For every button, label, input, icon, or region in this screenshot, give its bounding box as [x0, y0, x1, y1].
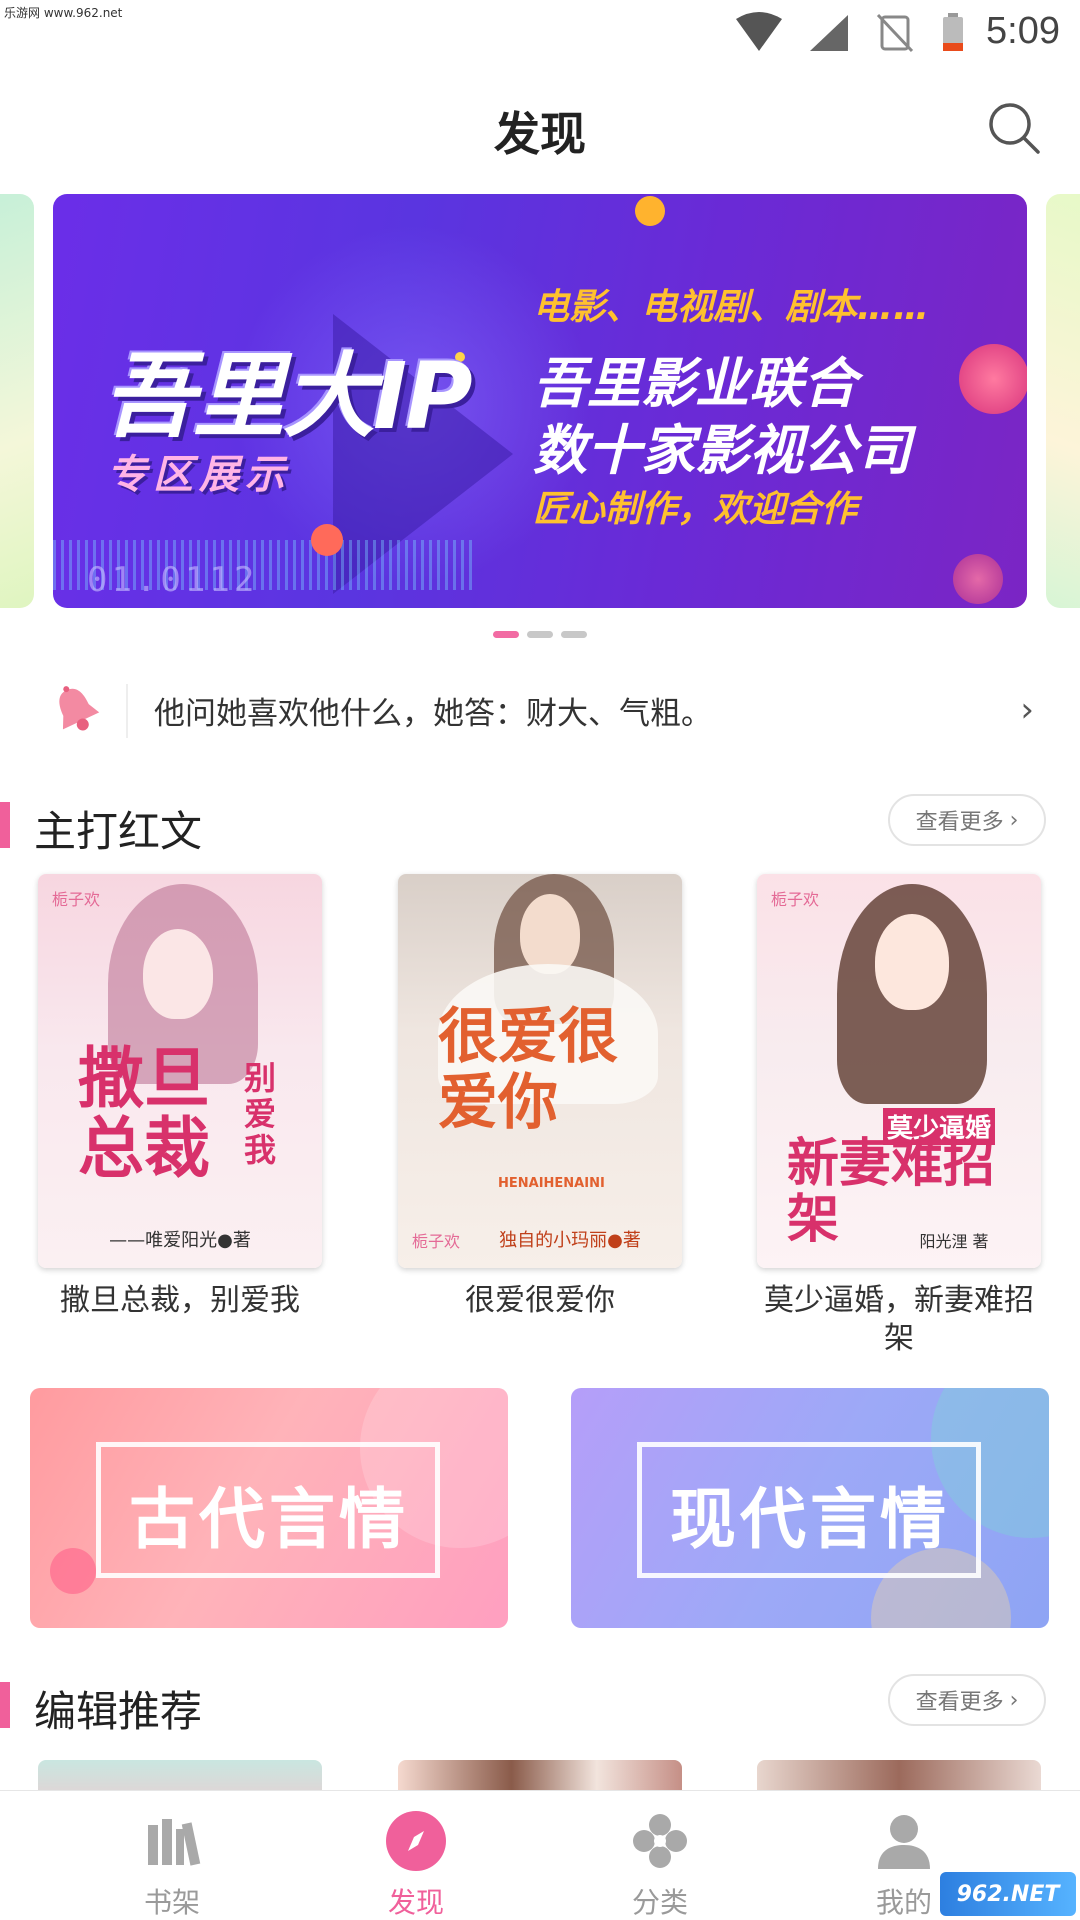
banner-slide[interactable]: 01.0112 吾里大IP 专 区 展 示 电影、电视剧、剧本…… 吾里影业联合…	[53, 194, 1027, 608]
section-title: 编辑推荐	[34, 1687, 203, 1736]
see-more-button[interactable]: 查看更多 ›	[888, 794, 1046, 846]
publisher-logo: 栀子欢	[412, 1232, 461, 1251]
cover-subtitle: 别爱我	[244, 1059, 277, 1169]
pager-dot[interactable]	[527, 631, 553, 638]
book-cover[interactable]	[757, 1760, 1041, 1790]
banner-peek-next[interactable]	[1046, 194, 1080, 608]
book-cover[interactable]: 栀子欢 莫少逼婚 新妻难招架 阳光浬 著	[757, 874, 1041, 1268]
announcement-text[interactable]: 他问她喜欢他什么，她答：财大、气粗。	[154, 688, 712, 733]
banner-orb	[959, 344, 1027, 414]
cover-author: 独自的小玛丽●著	[499, 1230, 641, 1251]
book-cover[interactable]	[398, 1760, 682, 1790]
cover-subtitle: HENAIHENAINI	[498, 1176, 605, 1191]
search-icon[interactable]	[986, 100, 1042, 156]
announcement-bar[interactable]: 他问她喜欢他什么，她答：财大、气粗。 ›	[0, 670, 1080, 762]
banner-code: 01.0112	[87, 560, 259, 600]
pager-dot[interactable]	[561, 631, 587, 638]
banner-orb	[953, 554, 1003, 604]
book-card[interactable]: 栀子欢 撒旦总裁 别爱我 ——唯爱阳光●著 撒旦总裁，别爱我	[38, 874, 322, 1320]
banner-subtitle-char: 区	[153, 452, 193, 498]
section-accent-bar	[0, 802, 10, 848]
banner-subtitle-char: 展	[199, 452, 239, 498]
book-cover[interactable]: 栀子欢 撒旦总裁 别爱我 ——唯爱阳光●著	[38, 874, 322, 1268]
chevron-right-icon: ›	[1009, 807, 1019, 833]
banner-carousel[interactable]: 01.0112 吾里大IP 专 区 展 示 电影、电视剧、剧本…… 吾里影业联合…	[0, 194, 1080, 608]
category-label: 现代言情	[670, 1481, 950, 1558]
battery-icon	[943, 12, 964, 51]
category-card-ancient-romance[interactable]: 古代言情	[30, 1388, 508, 1628]
banner-orb	[635, 196, 665, 226]
bell-icon	[59, 686, 100, 731]
category-card-modern-romance[interactable]: 现代言情	[571, 1388, 1049, 1628]
wifi-icon	[736, 11, 783, 51]
bookshelf-icon	[148, 1819, 201, 1866]
banner-line: 电影、电视剧、剧本……	[533, 287, 930, 328]
cover-figure-face	[520, 894, 580, 974]
cover-figure-face	[143, 929, 213, 1019]
book-title[interactable]: 撒旦总裁，别爱我	[38, 1282, 322, 1320]
publisher-logo: 栀子欢	[771, 890, 820, 909]
banner-subtitle-char: 示	[245, 452, 285, 498]
publisher-logo: 栀子欢	[52, 890, 101, 909]
see-more-button[interactable]: 查看更多 ›	[888, 1674, 1046, 1726]
section-header-hot: 主打红文 查看更多 ›	[0, 790, 1080, 860]
nav-label: 发现	[387, 1886, 444, 1919]
divider	[126, 684, 128, 738]
see-more-label: 查看更多	[915, 810, 1004, 835]
nav-item-discover[interactable]: 发现	[336, 1809, 496, 1920]
book-card[interactable]: 栀子欢 莫少逼婚 新妻难招架 阳光浬 著 莫少逼婚，新妻难招架	[757, 874, 1041, 1358]
banner-subtitle: 专 区 展 示	[107, 442, 285, 500]
no-sim-icon	[876, 13, 914, 52]
cover-author: ——唯爱阳光●著	[109, 1230, 251, 1251]
editor-picks-row	[0, 1760, 1080, 1790]
banner-pager	[0, 631, 1080, 638]
signal-icon	[810, 14, 849, 51]
banner-line: 匠心制作，欢迎合作	[533, 489, 858, 530]
bottom-navigation: 书架 发现 分类 我的	[0, 1790, 1080, 1920]
banner-line: 数十家影视公司	[533, 419, 911, 482]
section-accent-bar	[0, 1682, 10, 1728]
profile-icon	[878, 1815, 930, 1869]
book-title[interactable]: 很爱很爱你	[398, 1282, 682, 1320]
nav-label: 书架	[143, 1886, 200, 1919]
book-cover[interactable]: 很爱很爱你 HENAIHENAINI 栀子欢 独自的小玛丽●著	[398, 874, 682, 1268]
top-bar: 发现	[0, 70, 1080, 190]
status-bar: 5:09	[0, 0, 1080, 68]
book-card[interactable]: 很爱很爱你 HENAIHENAINI 栀子欢 独自的小玛丽●著 很爱很爱你	[398, 874, 682, 1320]
see-more-label: 查看更多	[915, 1690, 1004, 1715]
book-title[interactable]: 莫少逼婚，新妻难招架	[757, 1282, 1041, 1358]
nav-label: 分类	[631, 1886, 688, 1919]
cover-figure-face	[875, 914, 949, 1010]
clock: 5:09	[986, 10, 1060, 52]
banner-orb	[311, 524, 343, 556]
page-title: 发现	[494, 107, 586, 161]
category-icon	[633, 1814, 687, 1868]
cover-title: 很爱很爱你	[438, 1002, 618, 1138]
nav-item-bookshelf[interactable]: 书架	[92, 1809, 252, 1920]
section-title: 主打红文	[34, 807, 203, 856]
banner-subtitle-char: 专	[107, 452, 147, 498]
cover-author: 阳光浬 著	[919, 1232, 989, 1251]
pager-dot-active[interactable]	[493, 631, 519, 638]
chevron-right-icon[interactable]: ›	[1020, 690, 1034, 730]
book-cover[interactable]	[38, 1760, 322, 1790]
banner-headline: 吾里大IP	[103, 343, 473, 450]
banner-peek-previous[interactable]	[0, 194, 34, 608]
cover-title: 撒旦总裁	[78, 1040, 210, 1187]
watermark-bottom: 962.NET	[940, 1872, 1076, 1916]
compass-icon	[386, 1811, 446, 1871]
nav-item-category[interactable]: 分类	[580, 1809, 740, 1920]
chevron-right-icon: ›	[1009, 1687, 1019, 1713]
section-header-editor: 编辑推荐 查看更多 ›	[0, 1670, 1080, 1740]
category-label: 古代言情	[129, 1481, 409, 1558]
